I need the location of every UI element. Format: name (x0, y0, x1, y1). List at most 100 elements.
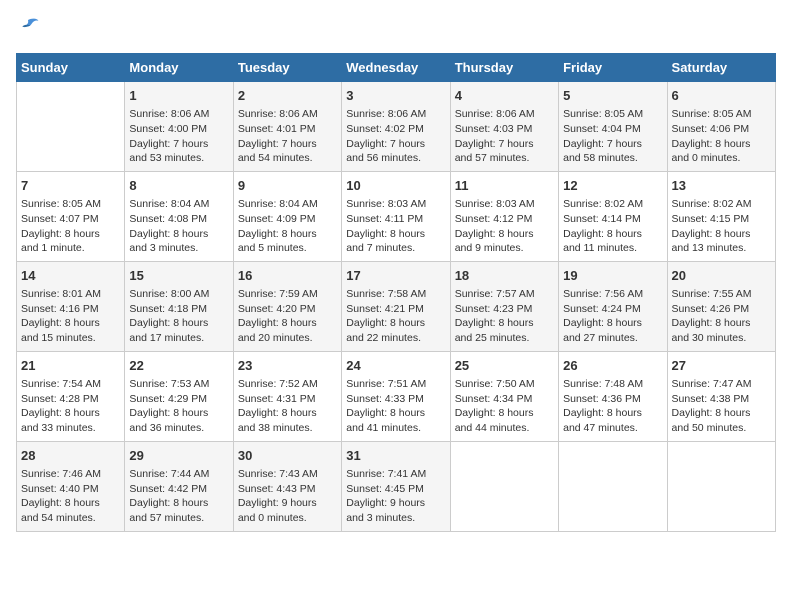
header-sunday: Sunday (17, 54, 125, 82)
logo-bird-icon (16, 16, 40, 40)
day-number: 12 (563, 177, 662, 195)
page-header (16, 16, 776, 45)
calendar-cell: 17 Sunrise: 7:58 AM Sunset: 4:21 PM Dayli… (342, 261, 450, 351)
day-info: Sunrise: 7:58 AM Sunset: 4:21 PM Dayligh… (346, 287, 445, 346)
calendar-cell: 2 Sunrise: 8:06 AM Sunset: 4:01 PM Daylig… (233, 82, 341, 172)
calendar-cell (559, 441, 667, 531)
day-number: 31 (346, 447, 445, 465)
calendar-cell: 23Sunrise: 7:52 AM Sunset: 4:31 PM Dayli… (233, 351, 341, 441)
day-info: Sunrise: 7:53 AM Sunset: 4:29 PM Dayligh… (129, 377, 228, 436)
calendar-cell: 3 Sunrise: 8:06 AM Sunset: 4:02 PM Daylig… (342, 82, 450, 172)
day-number: 2 (238, 87, 337, 105)
day-number: 26 (563, 357, 662, 375)
day-info: Sunrise: 8:06 AM Sunset: 4:03 PM Dayligh… (455, 107, 554, 166)
calendar-cell: 22 Sunrise: 7:53 AM Sunset: 4:29 PM Dayli… (125, 351, 233, 441)
calendar-cell: 5 Sunrise: 8:05 AM Sunset: 4:04 PM Daylig… (559, 82, 667, 172)
calendar-cell (17, 82, 125, 172)
day-info: Sunrise: 7:59 AM Sunset: 4:20 PM Dayligh… (238, 287, 337, 346)
calendar-cell: 6Sunrise: 8:05 AM Sunset: 4:06 PM Daylig… (667, 82, 775, 172)
calendar-cell: 30Sunrise: 7:43 AM Sunset: 4:43 PM Dayli… (233, 441, 341, 531)
calendar-cell (667, 441, 775, 531)
day-info: Sunrise: 8:06 AM Sunset: 4:02 PM Dayligh… (346, 107, 445, 166)
day-info: Sunrise: 8:04 AM Sunset: 4:08 PM Dayligh… (129, 197, 228, 256)
calendar-cell: 26 Sunrise: 7:48 AM Sunset: 4:36 PM Dayli… (559, 351, 667, 441)
calendar-cell: 25Sunrise: 7:50 AM Sunset: 4:34 PM Dayli… (450, 351, 558, 441)
week-row-2: 7 Sunrise: 8:05 AM Sunset: 4:07 PM Daylig… (17, 171, 776, 261)
calendar-cell: 10Sunrise: 8:03 AM Sunset: 4:11 PM Dayli… (342, 171, 450, 261)
calendar-cell: 27 Sunrise: 7:47 AM Sunset: 4:38 PM Dayli… (667, 351, 775, 441)
day-number: 1 (129, 87, 228, 105)
day-number: 21 (21, 357, 120, 375)
day-info: Sunrise: 8:03 AM Sunset: 4:11 PM Dayligh… (346, 197, 445, 256)
day-number: 9 (238, 177, 337, 195)
day-info: Sunrise: 8:02 AM Sunset: 4:14 PM Dayligh… (563, 197, 662, 256)
day-number: 17 (346, 267, 445, 285)
day-info: Sunrise: 8:06 AM Sunset: 4:01 PM Dayligh… (238, 107, 337, 166)
day-number: 4 (455, 87, 554, 105)
header-monday: Monday (125, 54, 233, 82)
calendar-cell: 16 Sunrise: 7:59 AM Sunset: 4:20 PM Dayli… (233, 261, 341, 351)
calendar-cell: 28 Sunrise: 7:46 AM Sunset: 4:40 PM Dayli… (17, 441, 125, 531)
calendar-cell (450, 441, 558, 531)
day-info: Sunrise: 7:48 AM Sunset: 4:36 PM Dayligh… (563, 377, 662, 436)
day-info: Sunrise: 7:56 AM Sunset: 4:24 PM Dayligh… (563, 287, 662, 346)
day-number: 30 (238, 447, 337, 465)
calendar-cell: 21 Sunrise: 7:54 AM Sunset: 4:28 PM Dayli… (17, 351, 125, 441)
calendar-cell: 1 Sunrise: 8:06 AM Sunset: 4:00 PM Daylig… (125, 82, 233, 172)
header-friday: Friday (559, 54, 667, 82)
day-number: 8 (129, 177, 228, 195)
day-info: Sunrise: 7:44 AM Sunset: 4:42 PM Dayligh… (129, 467, 228, 526)
day-info: Sunrise: 8:02 AM Sunset: 4:15 PM Dayligh… (672, 197, 771, 256)
day-number: 20 (672, 267, 771, 285)
day-number: 7 (21, 177, 120, 195)
calendar-cell: 18Sunrise: 7:57 AM Sunset: 4:23 PM Dayli… (450, 261, 558, 351)
calendar-cell: 7 Sunrise: 8:05 AM Sunset: 4:07 PM Daylig… (17, 171, 125, 261)
header-tuesday: Tuesday (233, 54, 341, 82)
header-thursday: Thursday (450, 54, 558, 82)
day-info: Sunrise: 8:06 AM Sunset: 4:00 PM Dayligh… (129, 107, 228, 166)
calendar-cell: 20 Sunrise: 7:55 AM Sunset: 4:26 PM Dayli… (667, 261, 775, 351)
week-row-3: 14 Sunrise: 8:01 AM Sunset: 4:16 PM Dayli… (17, 261, 776, 351)
day-info: Sunrise: 7:46 AM Sunset: 4:40 PM Dayligh… (21, 467, 120, 526)
day-info: Sunrise: 8:04 AM Sunset: 4:09 PM Dayligh… (238, 197, 337, 256)
day-info: Sunrise: 7:47 AM Sunset: 4:38 PM Dayligh… (672, 377, 771, 436)
day-info: Sunrise: 8:01 AM Sunset: 4:16 PM Dayligh… (21, 287, 120, 346)
day-number: 16 (238, 267, 337, 285)
day-number: 29 (129, 447, 228, 465)
week-row-5: 28 Sunrise: 7:46 AM Sunset: 4:40 PM Dayli… (17, 441, 776, 531)
day-info: Sunrise: 8:05 AM Sunset: 4:04 PM Dayligh… (563, 107, 662, 166)
day-info: Sunrise: 7:51 AM Sunset: 4:33 PM Dayligh… (346, 377, 445, 436)
calendar-cell: 15 Sunrise: 8:00 AM Sunset: 4:18 PM Dayli… (125, 261, 233, 351)
calendar-cell: 31 Sunrise: 7:41 AM Sunset: 4:45 PM Dayli… (342, 441, 450, 531)
day-number: 28 (21, 447, 120, 465)
calendar-cell: 29 Sunrise: 7:44 AM Sunset: 4:42 PM Dayli… (125, 441, 233, 531)
header-row: Sunday Monday Tuesday Wednesday Thursday… (17, 54, 776, 82)
day-info: Sunrise: 8:05 AM Sunset: 4:06 PM Dayligh… (672, 107, 771, 166)
day-info: Sunrise: 7:57 AM Sunset: 4:23 PM Dayligh… (455, 287, 554, 346)
calendar-cell: 8 Sunrise: 8:04 AM Sunset: 4:08 PM Daylig… (125, 171, 233, 261)
day-number: 25 (455, 357, 554, 375)
week-row-1: 1 Sunrise: 8:06 AM Sunset: 4:00 PM Daylig… (17, 82, 776, 172)
day-info: Sunrise: 7:55 AM Sunset: 4:26 PM Dayligh… (672, 287, 771, 346)
calendar-table: Sunday Monday Tuesday Wednesday Thursday… (16, 53, 776, 532)
day-info: Sunrise: 7:54 AM Sunset: 4:28 PM Dayligh… (21, 377, 120, 436)
calendar-cell: 4 Sunrise: 8:06 AM Sunset: 4:03 PM Daylig… (450, 82, 558, 172)
calendar-cell: 19 Sunrise: 7:56 AM Sunset: 4:24 PM Dayli… (559, 261, 667, 351)
day-number: 19 (563, 267, 662, 285)
calendar-cell: 24Sunrise: 7:51 AM Sunset: 4:33 PM Dayli… (342, 351, 450, 441)
day-info: Sunrise: 7:41 AM Sunset: 4:45 PM Dayligh… (346, 467, 445, 526)
calendar-cell: 14 Sunrise: 8:01 AM Sunset: 4:16 PM Dayli… (17, 261, 125, 351)
calendar-cell: 9 Sunrise: 8:04 AM Sunset: 4:09 PM Daylig… (233, 171, 341, 261)
day-info: Sunrise: 8:00 AM Sunset: 4:18 PM Dayligh… (129, 287, 228, 346)
header-saturday: Saturday (667, 54, 775, 82)
day-number: 15 (129, 267, 228, 285)
calendar-cell: 11Sunrise: 8:03 AM Sunset: 4:12 PM Dayli… (450, 171, 558, 261)
day-number: 14 (21, 267, 120, 285)
day-number: 22 (129, 357, 228, 375)
day-info: Sunrise: 8:05 AM Sunset: 4:07 PM Dayligh… (21, 197, 120, 256)
calendar-cell: 12 Sunrise: 8:02 AM Sunset: 4:14 PM Dayli… (559, 171, 667, 261)
week-row-4: 21 Sunrise: 7:54 AM Sunset: 4:28 PM Dayli… (17, 351, 776, 441)
day-number: 3 (346, 87, 445, 105)
day-number: 27 (672, 357, 771, 375)
day-number: 5 (563, 87, 662, 105)
